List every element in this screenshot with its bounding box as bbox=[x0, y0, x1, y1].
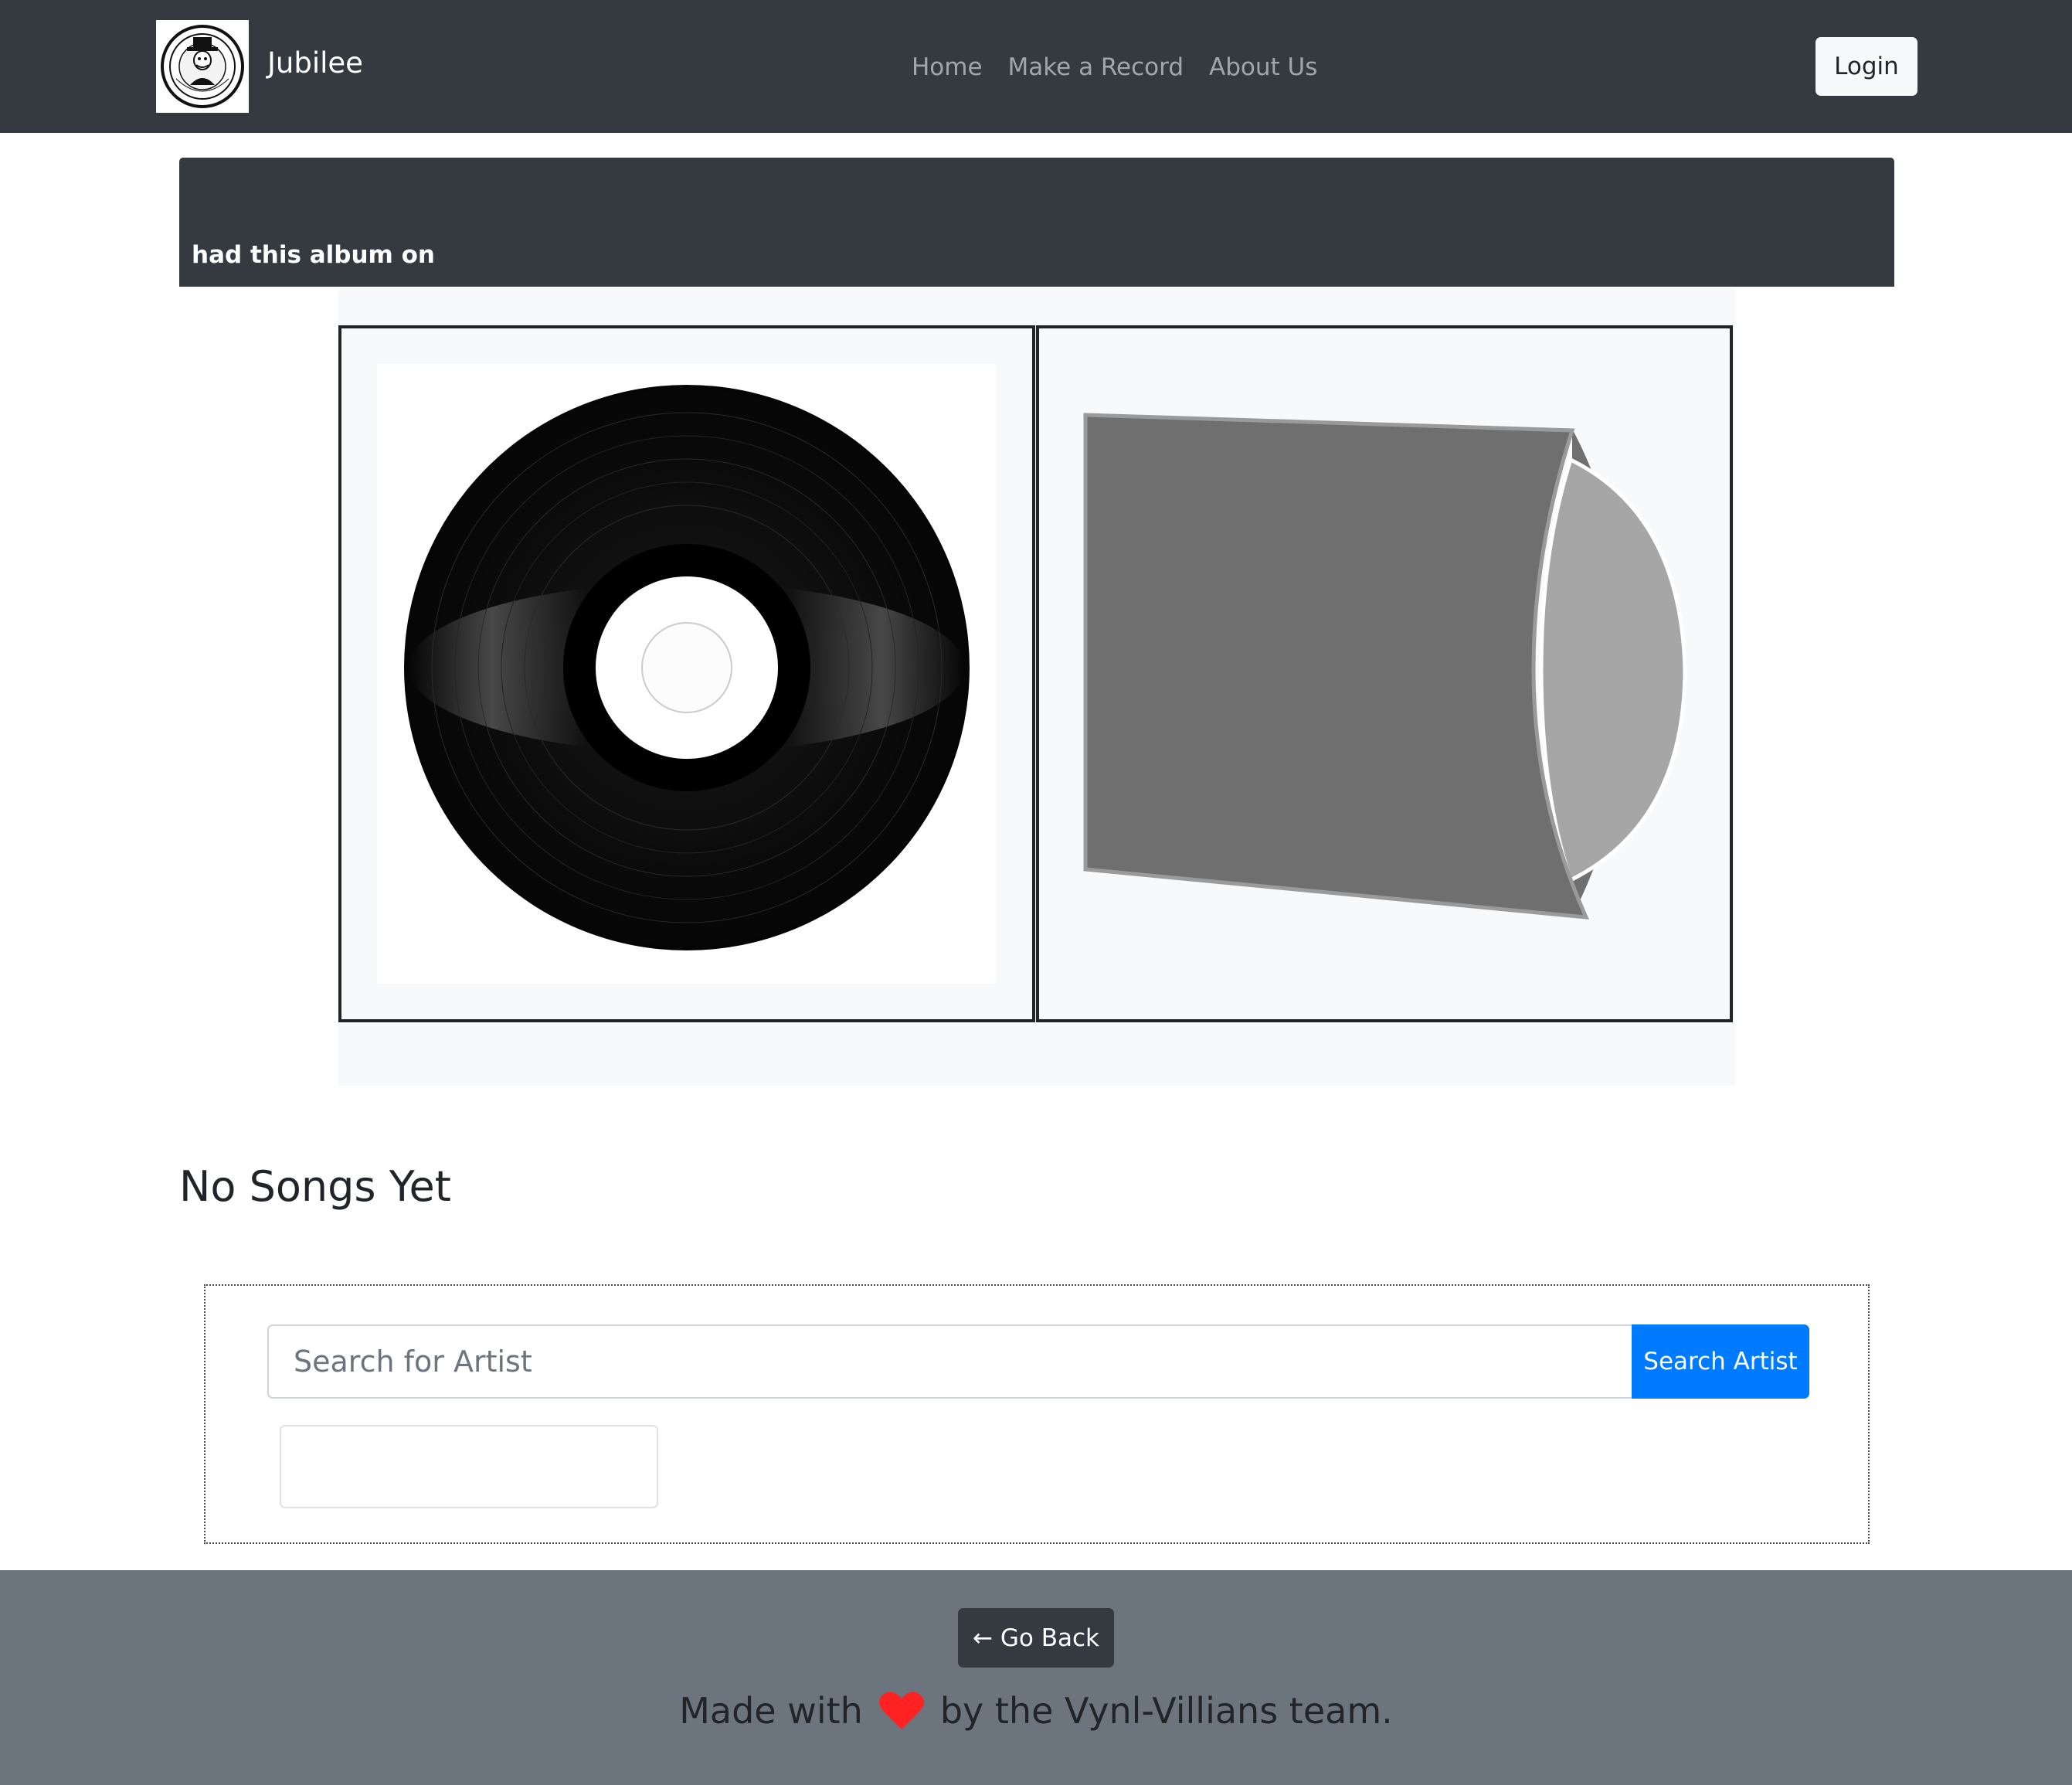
album-header: had this album on bbox=[179, 158, 1894, 287]
vynl-villains-logo-icon[interactable] bbox=[156, 20, 249, 113]
brand-name[interactable]: Jubilee bbox=[267, 45, 363, 82]
artist-search-box: Search Artist bbox=[204, 1284, 1870, 1544]
navbar: Jubilee Home Make a Record About Us Logi… bbox=[0, 0, 2072, 133]
footer: ← Go Back Made with by the Vynl-Villians… bbox=[0, 1570, 2072, 1785]
footer-made-with: Made with bbox=[679, 1690, 863, 1732]
vinyl-record-icon bbox=[377, 364, 997, 984]
nav-link-make-a-record[interactable]: Make a Record bbox=[1008, 49, 1184, 85]
record-panel bbox=[338, 288, 1735, 1086]
vinyl-record-frame bbox=[338, 325, 1035, 1022]
record-sleeve-frame bbox=[1036, 325, 1733, 1022]
go-back-button[interactable]: ← Go Back bbox=[958, 1608, 1114, 1668]
album-subtitle: had this album on bbox=[192, 241, 435, 269]
footer-credit: Made with by the Vynl-Villians team. bbox=[0, 1686, 2072, 1736]
record-sleeve-icon bbox=[1039, 328, 1730, 1019]
nav-links: Home Make a Record About Us bbox=[912, 49, 1343, 85]
nav-link-about-us[interactable]: About Us bbox=[1209, 49, 1317, 85]
heart-icon bbox=[878, 1691, 925, 1731]
footer-team-text: by the Vynl-Villians team. bbox=[939, 1690, 1393, 1732]
songs-heading: No Songs Yet bbox=[179, 1162, 451, 1211]
search-results-list bbox=[280, 1425, 658, 1508]
login-button[interactable]: Login bbox=[1816, 37, 1917, 96]
search-artist-button[interactable]: Search Artist bbox=[1632, 1324, 1809, 1399]
nav-link-home[interactable]: Home bbox=[912, 49, 983, 85]
artist-search-input[interactable] bbox=[267, 1324, 1632, 1399]
